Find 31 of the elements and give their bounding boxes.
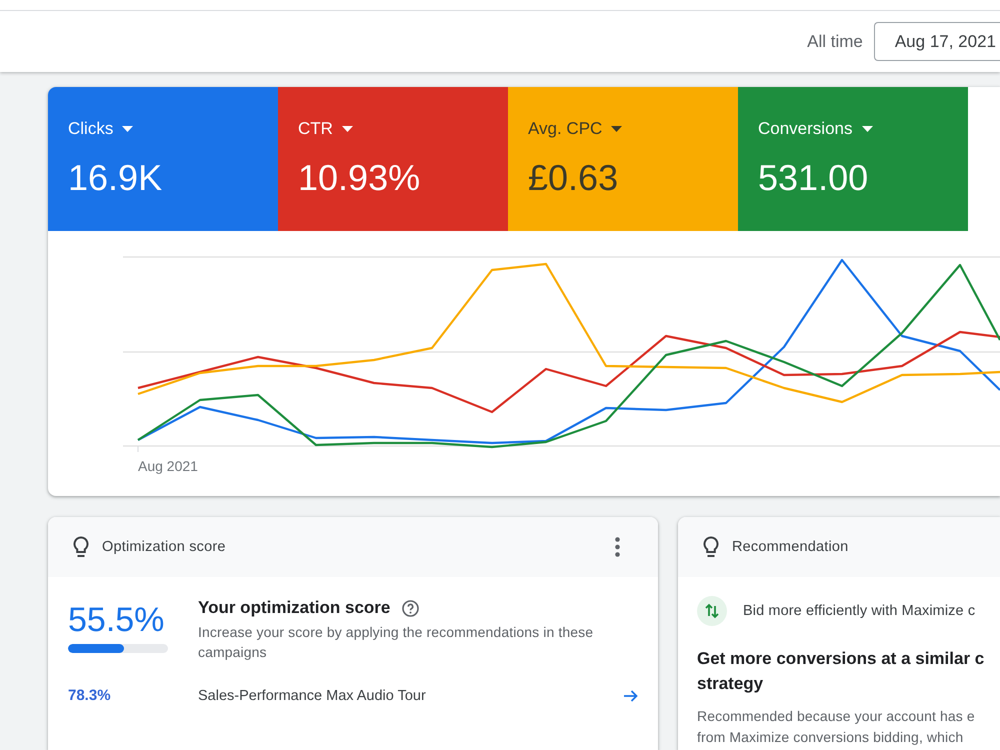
caret-icon: [862, 126, 872, 132]
help-icon[interactable]: [402, 600, 420, 616]
date-range-label: All time: [807, 32, 863, 52]
caret-icon: [122, 126, 134, 132]
caret-icon: [611, 126, 622, 132]
metric-dropdown[interactable]: Clicks: [68, 119, 134, 139]
metric-dropdown[interactable]: CTR: [298, 119, 353, 139]
metric-value: 531.00: [758, 157, 868, 199]
metric-value: 10.93%: [298, 157, 420, 199]
recommendation-description: Recommended because your account has e from Maximize conversions bidding, which: [697, 707, 975, 747]
recommendation-heading: Get more conversions at a similar c strategy: [697, 648, 984, 695]
metric-value: £0.63: [528, 157, 618, 199]
caret-icon: [342, 126, 353, 132]
campaign-link[interactable]: Sales-Performance Max Audio Tour: [198, 686, 426, 706]
date-field[interactable]: Aug 17, 2021: [874, 22, 1000, 61]
score-description: Increase your score by applying the recommendations in these campaigns: [198, 623, 594, 662]
metric-value: 16.9K: [68, 157, 162, 199]
metric-dropdown[interactable]: Avg. CPC: [528, 119, 622, 139]
optimization-score: 55.5%: [68, 600, 164, 640]
card-title: Optimization score: [102, 539, 226, 555]
axis-label: Aug 2021: [138, 457, 198, 476]
lightbulb-icon: [702, 536, 720, 558]
lightbulb-icon: [72, 536, 90, 558]
card-title: Recommendation: [732, 539, 848, 555]
metric-dropdown[interactable]: Conversions: [758, 119, 872, 139]
campaign-score: 78.3%: [68, 687, 111, 704]
recommendation-summary: Bid more efficiently with Maximize c: [743, 603, 976, 619]
score-heading: Your optimization score: [198, 597, 390, 619]
arrow-right-icon[interactable]: [624, 690, 638, 702]
more-options-icon[interactable]: [615, 537, 620, 557]
up-down-arrows-icon: [697, 596, 727, 626]
